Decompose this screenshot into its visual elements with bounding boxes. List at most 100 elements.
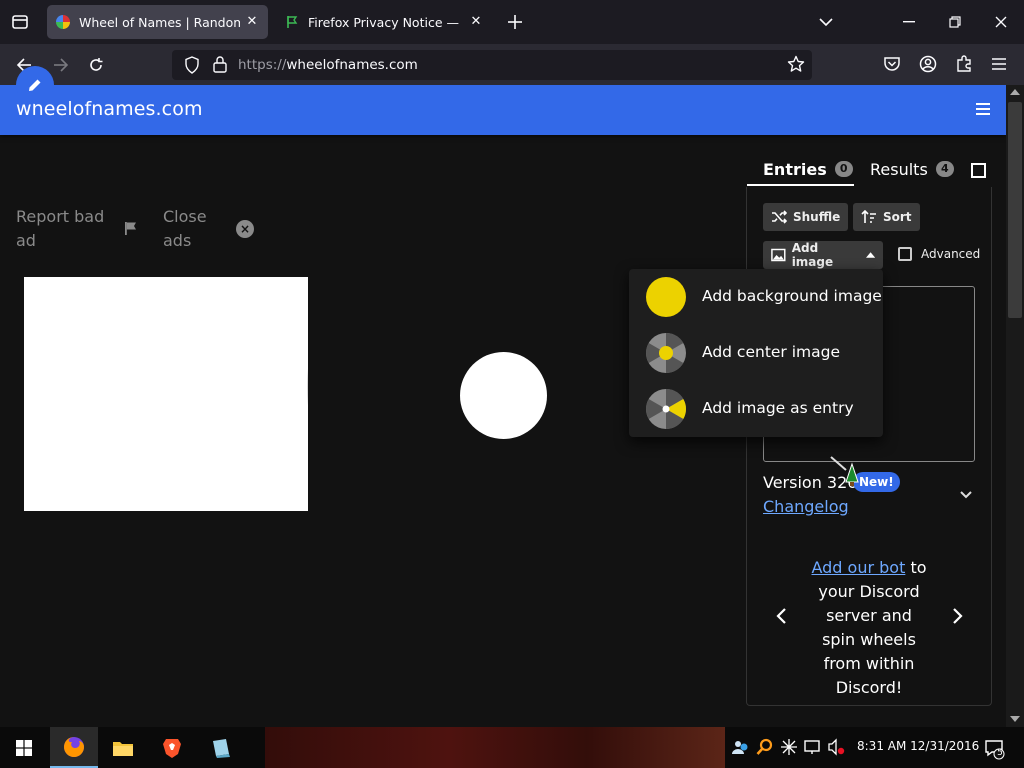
tab-close-icon[interactable]: ✕	[468, 14, 484, 30]
center-image-icon	[646, 333, 686, 373]
system-clock[interactable]: 8:31 AM 12/31/2016	[857, 739, 979, 753]
restore-icon	[949, 16, 961, 28]
reload-icon	[90, 58, 103, 71]
close-ads-link[interactable]: Close ads	[163, 205, 207, 253]
edit-button[interactable]	[16, 66, 54, 104]
minimize-button[interactable]	[895, 8, 923, 36]
display-tray-icon[interactable]	[804, 738, 822, 756]
menu-item-center-image[interactable]: Add center image	[629, 325, 883, 381]
ad-image-curve	[307, 277, 308, 511]
pencil-icon	[29, 78, 42, 91]
scroll-down-icon[interactable]	[1010, 716, 1020, 722]
menu-item-label: Add image as entry	[702, 399, 854, 417]
tab-close-icon[interactable]: ✕	[244, 14, 260, 30]
menu-icon[interactable]	[991, 57, 1007, 71]
hamburger-menu-icon[interactable]	[976, 102, 990, 116]
brave-icon	[163, 738, 181, 758]
shield-icon[interactable]	[184, 56, 200, 74]
fullscreen-icon[interactable]	[968, 160, 988, 180]
reload-button[interactable]	[83, 52, 109, 78]
menu-item-image-as-entry[interactable]: Add image as entry	[629, 381, 883, 437]
close-circle-icon[interactable]: ×	[236, 220, 254, 238]
tab-firefox-privacy[interactable]: Firefox Privacy Notice — Mozill ✕	[276, 5, 492, 39]
checkbox-box[interactable]	[898, 247, 912, 261]
app-bar: wheelofnames.com	[0, 85, 1006, 135]
tab-list-button[interactable]	[8, 11, 32, 33]
chevron-down-icon[interactable]	[958, 487, 974, 503]
sort-icon	[861, 210, 876, 223]
menu-item-label: Add center image	[702, 343, 841, 361]
taskbar-background-art	[265, 727, 725, 768]
sort-button[interactable]: Sort	[853, 203, 920, 231]
chevron-right-icon[interactable]	[950, 607, 964, 625]
wheel-center-circle[interactable]	[460, 352, 547, 439]
report-bad-ad-link[interactable]: Report bad ad	[16, 205, 104, 253]
url-text[interactable]: https://wheelofnames.com	[238, 57, 418, 73]
account-icon[interactable]	[919, 55, 937, 73]
advanced-checkbox[interactable]: Advanced	[898, 247, 980, 261]
action-center-button[interactable]: 5	[984, 738, 1006, 760]
tab-wheel-of-names[interactable]: Wheel of Names | Random nam ✕	[47, 5, 268, 39]
tab-list-icon	[12, 15, 28, 29]
plus-icon	[508, 15, 522, 29]
notepad-icon	[213, 738, 230, 758]
taskbar-firefox[interactable]	[50, 727, 98, 768]
taskbar-brave[interactable]	[148, 727, 196, 768]
flag-icon[interactable]	[123, 220, 139, 236]
pocket-icon[interactable]	[883, 56, 901, 72]
changelog-link[interactable]: Changelog	[763, 497, 849, 516]
network-tray-icon[interactable]	[780, 738, 798, 756]
menu-item-label: Add background image	[702, 287, 882, 305]
menu-item-background-image[interactable]: Add background image	[629, 269, 883, 325]
flag-favicon-icon	[284, 14, 300, 30]
url-host: wheelofnames.com	[286, 57, 418, 73]
volume-muted-icon[interactable]	[827, 738, 845, 756]
firefox-icon	[64, 736, 84, 757]
add-image-label: Add image	[791, 241, 834, 269]
active-tab-indicator	[747, 184, 854, 186]
shuffle-button[interactable]: Shuffle	[763, 203, 849, 231]
close-ads-line-1: Close	[163, 207, 207, 226]
list-all-tabs-button[interactable]	[812, 8, 840, 36]
scroll-up-icon[interactable]	[1010, 89, 1020, 95]
close-icon	[995, 16, 1007, 28]
add-bot-link[interactable]: Add our bot	[811, 558, 905, 577]
arrow-right-icon	[54, 58, 69, 72]
shuffle-label: Shuffle	[793, 210, 841, 224]
wheel-favicon-icon	[55, 14, 71, 30]
taskbar-file-explorer[interactable]	[99, 727, 147, 768]
sort-label: Sort	[883, 210, 912, 224]
background-image-icon	[646, 277, 686, 317]
scroll-thumb[interactable]	[1008, 102, 1022, 318]
add-image-menu: Add background image Add center image Ad…	[629, 269, 883, 437]
url-scheme: https://	[238, 57, 287, 73]
notification-count: 5	[997, 748, 1003, 758]
add-image-button[interactable]: Add image	[763, 241, 883, 269]
results-count-badge: 4	[935, 161, 954, 177]
start-button[interactable]	[0, 727, 48, 768]
ad-banner[interactable]	[24, 277, 308, 511]
discord-promo: Add our bot to your Discord server and s…	[808, 556, 930, 700]
tab-results[interactable]: Results 4	[870, 148, 954, 190]
new-tab-button[interactable]	[504, 11, 526, 33]
people-icon[interactable]	[731, 738, 749, 756]
taskbar-app[interactable]	[197, 727, 245, 768]
chevron-down-icon	[819, 18, 833, 27]
entry-image-icon	[646, 389, 686, 429]
close-window-button[interactable]	[987, 8, 1015, 36]
search-tray-icon[interactable]	[756, 738, 774, 756]
restore-button[interactable]	[941, 8, 969, 36]
entries-count-badge: 0	[834, 161, 853, 177]
advanced-label: Advanced	[921, 247, 981, 261]
caret-up-icon	[865, 252, 875, 258]
close-ads-line-2: ads	[163, 231, 192, 250]
bookmark-star-icon[interactable]	[787, 55, 805, 73]
chevron-left-icon[interactable]	[775, 607, 789, 625]
forward-button[interactable]	[48, 52, 74, 78]
lock-icon[interactable]	[212, 55, 228, 73]
tab-title: Wheel of Names | Random nam	[79, 14, 240, 30]
shuffle-icon	[772, 210, 787, 224]
extensions-icon[interactable]	[955, 55, 973, 73]
minimize-icon	[903, 21, 915, 23]
mouse-cursor-icon	[830, 456, 859, 486]
